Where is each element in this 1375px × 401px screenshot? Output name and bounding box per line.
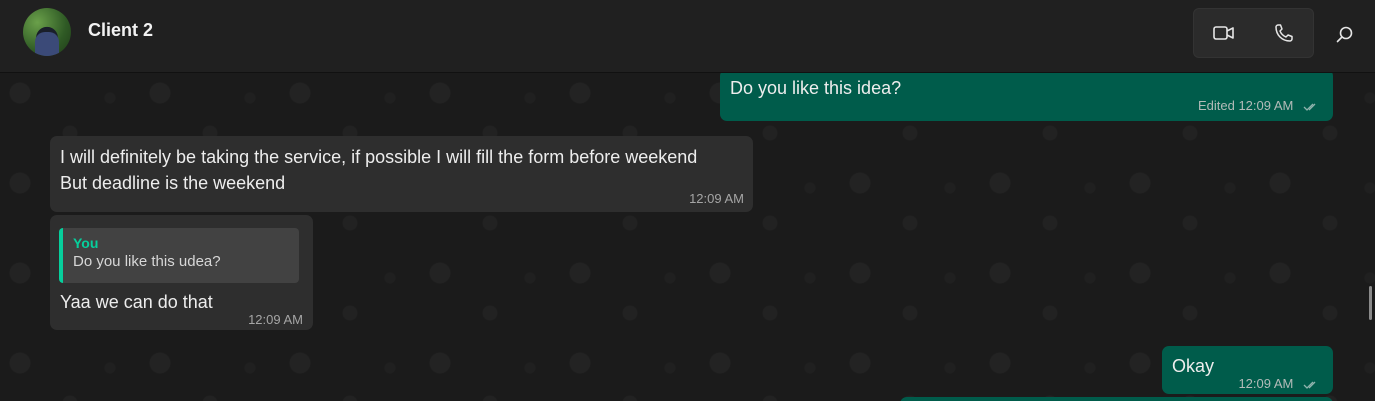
message-meta: Edited 12:09 AM xyxy=(1198,93,1319,119)
message-text-line: But deadline is the weekend xyxy=(60,173,286,193)
message-time: 12:09 AM xyxy=(689,191,744,206)
contact-avatar[interactable] xyxy=(23,8,71,56)
message-outgoing[interactable]: Okay 12:09 AM xyxy=(1162,346,1333,394)
message-outgoing[interactable]: Do you like this idea? Edited 12:09 AM xyxy=(720,73,1333,121)
call-buttons-group xyxy=(1193,8,1314,58)
scrollbar-thumb[interactable] xyxy=(1369,286,1372,320)
message-text: Yaa we can do that xyxy=(60,292,213,312)
voice-call-button[interactable] xyxy=(1254,9,1314,57)
message-list[interactable]: Do you like this idea? Edited 12:09 AM I… xyxy=(0,73,1375,401)
chat-title[interactable]: Client 2 xyxy=(88,20,153,41)
quoted-text: Do you like this udea? xyxy=(73,253,221,270)
message-incoming[interactable]: I will definitely be taking the service,… xyxy=(50,136,753,212)
video-call-button[interactable] xyxy=(1194,9,1254,57)
message-text-line: I will definitely be taking the service,… xyxy=(60,147,698,167)
message-outgoing-partial[interactable] xyxy=(900,397,1333,401)
message-text: Okay xyxy=(1172,356,1215,376)
message-text: Do you like this idea? xyxy=(730,78,902,98)
quoted-author: You xyxy=(73,235,99,251)
quoted-message[interactable]: You Do you like this udea? xyxy=(59,228,299,283)
phone-icon xyxy=(1275,24,1293,42)
search-button[interactable] xyxy=(1330,20,1360,50)
double-check-icon xyxy=(1303,103,1316,111)
message-time: 12:09 AM xyxy=(1238,376,1294,391)
message-incoming-reply[interactable]: You Do you like this udea? Yaa we can do… xyxy=(50,215,313,330)
video-camera-icon xyxy=(1213,26,1234,40)
message-time: 12:09 AM xyxy=(248,312,303,327)
message-time: Edited 12:09 AM xyxy=(1197,98,1294,113)
chat-header: Client 2 xyxy=(0,0,1375,73)
double-check-icon xyxy=(1303,381,1316,389)
search-icon xyxy=(1336,26,1353,43)
message-meta: 12:09 AM xyxy=(1238,371,1319,397)
